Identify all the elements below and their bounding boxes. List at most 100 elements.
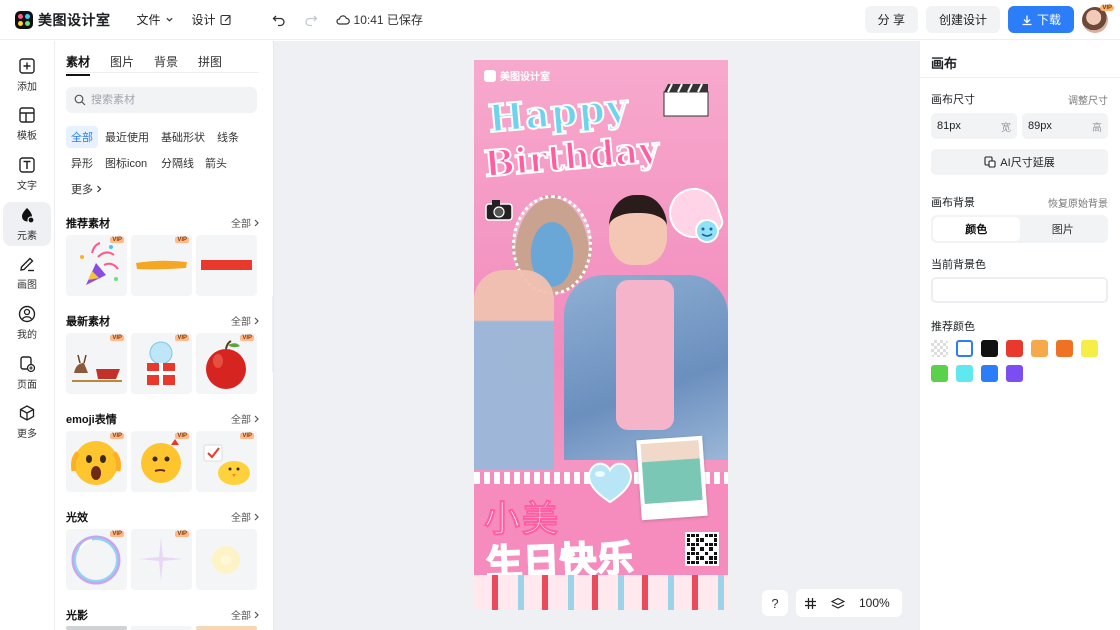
color-swatch[interactable] bbox=[1006, 340, 1023, 357]
redo-button[interactable] bbox=[300, 9, 322, 31]
asset-brush-stroke[interactable]: VIP bbox=[131, 235, 192, 296]
nav-page[interactable]: 页面 bbox=[3, 351, 51, 395]
edit-icon bbox=[219, 14, 231, 25]
asset-emoji-chick[interactable]: VIP bbox=[196, 431, 257, 492]
chip-irregular[interactable]: 异形 bbox=[66, 152, 98, 174]
undo-button[interactable] bbox=[268, 9, 290, 31]
app-logo[interactable]: 美图设计室 bbox=[15, 10, 111, 30]
assets-panel: 素材 图片 背景 拼图 全部 最近使用 基础形状 线条 异形 图标icon 分隔… bbox=[56, 41, 272, 630]
color-swatch[interactable] bbox=[981, 340, 998, 357]
chip-all[interactable]: 全部 bbox=[66, 126, 98, 148]
chip-icons[interactable]: 图标icon bbox=[100, 152, 152, 174]
chevron-right-icon bbox=[254, 219, 259, 226]
cube-icon bbox=[19, 405, 35, 421]
panel-divider bbox=[920, 77, 1120, 78]
shocked-emoji-icon bbox=[71, 441, 121, 485]
nav-template[interactable]: 模板 bbox=[3, 102, 51, 146]
nav-add[interactable]: 添加 bbox=[3, 53, 51, 97]
asset-apple[interactable]: VIP bbox=[196, 333, 257, 394]
nav-elements[interactable]: 元素 bbox=[3, 202, 51, 246]
adjust-size-link[interactable]: 调整尺寸 bbox=[1068, 92, 1108, 107]
draw-icon bbox=[20, 257, 34, 272]
poster-qr-code[interactable] bbox=[685, 532, 719, 566]
search-box[interactable] bbox=[66, 87, 257, 113]
sparkle-icon bbox=[139, 537, 183, 581]
asset-emoji-shocked[interactable]: VIP bbox=[66, 431, 127, 492]
asset-glow[interactable] bbox=[196, 529, 257, 590]
panel-title: 画布 bbox=[931, 56, 958, 71]
download-button[interactable]: 下载 bbox=[1007, 6, 1074, 33]
poster-polaroid[interactable] bbox=[636, 435, 708, 521]
asset-emoji-thinking[interactable]: VIP bbox=[131, 431, 192, 492]
color-swatch[interactable] bbox=[931, 340, 948, 357]
poster-brand[interactable]: 美图设计室 bbox=[484, 68, 550, 83]
asset-shadow-3[interactable] bbox=[196, 626, 257, 630]
height-field[interactable]: 89px 高 bbox=[1022, 113, 1108, 139]
chip-recent[interactable]: 最近使用 bbox=[100, 126, 154, 148]
section-all-newest[interactable]: 全部 bbox=[231, 313, 260, 328]
section-all-light-effects[interactable]: 全部 bbox=[231, 509, 260, 524]
share-button[interactable]: 分 享 bbox=[864, 6, 918, 33]
section-all-recommended[interactable]: 全部 bbox=[231, 215, 260, 230]
color-swatch[interactable] bbox=[1081, 340, 1098, 357]
poster-left-photo[interactable] bbox=[474, 270, 554, 470]
file-menu[interactable]: 文件 bbox=[137, 11, 174, 28]
asset-reindeer-sleigh[interactable]: VIP bbox=[66, 333, 127, 394]
logo-icon bbox=[15, 10, 33, 29]
width-field[interactable]: 81px 宽 bbox=[931, 113, 1017, 139]
ai-size-extend-button[interactable]: AI尺寸延展 bbox=[931, 149, 1108, 175]
design-menu[interactable]: 设计 bbox=[192, 11, 232, 28]
color-swatch[interactable] bbox=[1031, 340, 1048, 357]
camera-icon[interactable] bbox=[484, 198, 514, 222]
asset-shadow-2[interactable] bbox=[131, 626, 192, 630]
clapperboard-icon[interactable] bbox=[660, 82, 712, 118]
chip-basic-shapes[interactable]: 基础形状 bbox=[156, 126, 210, 148]
recommended-colors-label: 推荐颜色 bbox=[931, 321, 975, 333]
asset-party-popper[interactable]: VIP bbox=[66, 235, 127, 296]
color-swatch[interactable] bbox=[956, 340, 973, 357]
canvas-area: 美图设计室 Happy Birthday 小美 生日快乐 ? 100% bbox=[273, 41, 919, 630]
nav-mine[interactable]: 我的 bbox=[3, 301, 51, 345]
nav-text[interactable]: 文字 bbox=[3, 152, 51, 196]
asset-shadow-1[interactable] bbox=[66, 626, 127, 630]
chip-arrows[interactable]: 箭头 bbox=[200, 152, 232, 174]
chip-dividers[interactable]: 分隔线 bbox=[156, 152, 199, 174]
photo-top bbox=[616, 280, 674, 430]
chip-more[interactable]: 更多 bbox=[66, 178, 108, 200]
smiley-sticker-icon[interactable] bbox=[694, 218, 720, 244]
asset-gift-globe[interactable]: VIP bbox=[131, 333, 192, 394]
current-bg-color[interactable] bbox=[931, 277, 1108, 303]
section-all-light-shadow[interactable]: 全部 bbox=[231, 607, 260, 622]
nav-more[interactable]: 更多 bbox=[3, 400, 51, 444]
properties-panel: 画布 画布尺寸 调整尺寸 81px 宽 89px 高 AI尺寸延展 画布背景 恢… bbox=[919, 41, 1120, 630]
color-swatch[interactable] bbox=[931, 365, 948, 382]
help-button[interactable]: ? bbox=[762, 590, 788, 616]
seg-image[interactable]: 图片 bbox=[1020, 217, 1107, 241]
create-design-button[interactable]: 创建设计 bbox=[925, 6, 1000, 33]
poster-canvas[interactable]: 美图设计室 Happy Birthday 小美 生日快乐 bbox=[474, 60, 728, 610]
all-label: 全部 bbox=[231, 513, 251, 524]
color-swatch[interactable] bbox=[1006, 365, 1023, 382]
seg-color[interactable]: 颜色 bbox=[933, 217, 1020, 241]
color-swatch[interactable] bbox=[956, 365, 973, 382]
bg-type-toggle: 颜色 图片 bbox=[931, 215, 1108, 243]
grid-toggle[interactable] bbox=[804, 597, 817, 610]
red-bar-icon bbox=[201, 260, 252, 270]
chip-lines[interactable]: 线条 bbox=[212, 126, 244, 148]
poster-crystal-heart[interactable] bbox=[584, 458, 636, 504]
brush-stroke-icon bbox=[136, 260, 187, 270]
asset-sparkle[interactable]: VIP bbox=[131, 529, 192, 590]
color-swatch[interactable] bbox=[981, 365, 998, 382]
layers-button[interactable] bbox=[831, 597, 845, 610]
avatar[interactable]: VIP bbox=[1082, 4, 1114, 33]
asset-red-bar[interactable] bbox=[196, 235, 257, 296]
search-input[interactable] bbox=[91, 94, 241, 106]
color-swatch[interactable] bbox=[1056, 340, 1073, 357]
asset-bubble[interactable]: VIP bbox=[66, 529, 127, 590]
page-add-icon bbox=[20, 356, 36, 373]
section-all-emoji[interactable]: 全部 bbox=[231, 411, 260, 426]
reset-bg-link[interactable]: 恢复原始背景 bbox=[1048, 195, 1108, 210]
zoom-level[interactable]: 100% bbox=[859, 596, 890, 610]
canvas-bg-label: 画布背景 bbox=[931, 197, 975, 209]
nav-draw[interactable]: 画图 bbox=[3, 251, 51, 295]
